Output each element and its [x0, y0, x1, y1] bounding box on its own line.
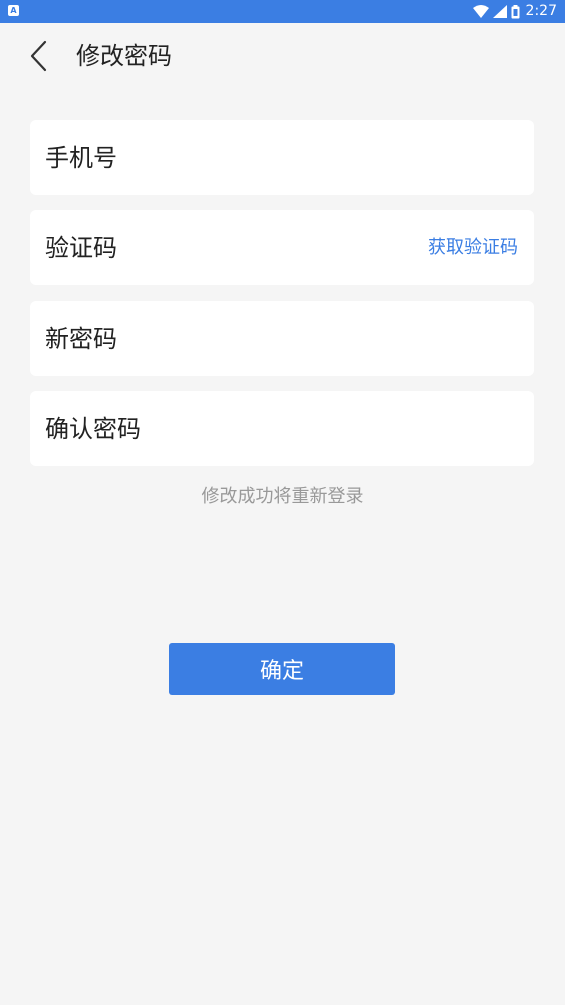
status-bar: A 2:27 [0, 0, 565, 23]
confirm-password-field [30, 391, 534, 466]
new-password-field [30, 301, 534, 376]
get-verification-code-button[interactable]: 获取验证码 [428, 210, 518, 285]
new-password-input[interactable] [45, 301, 415, 376]
phone-input[interactable] [45, 120, 415, 195]
page-title: 修改密码 [76, 42, 172, 70]
wifi-icon [472, 5, 489, 18]
confirm-password-input[interactable] [45, 391, 415, 466]
status-time: 2:27 [525, 3, 557, 19]
code-field: 获取验证码 [30, 210, 534, 285]
chevron-left-icon [30, 40, 47, 72]
back-button[interactable] [18, 35, 58, 77]
notification-app-icon: A [8, 5, 19, 16]
verification-code-input[interactable] [45, 210, 415, 285]
title-bar: 修改密码 [0, 23, 565, 89]
phone-field [30, 120, 534, 195]
battery-icon [511, 4, 520, 18]
relogin-hint: 修改成功将重新登录 [201, 486, 364, 507]
status-icons: 2:27 [472, 0, 557, 23]
signal-icon [492, 5, 507, 18]
confirm-button[interactable]: 确定 [169, 643, 395, 695]
